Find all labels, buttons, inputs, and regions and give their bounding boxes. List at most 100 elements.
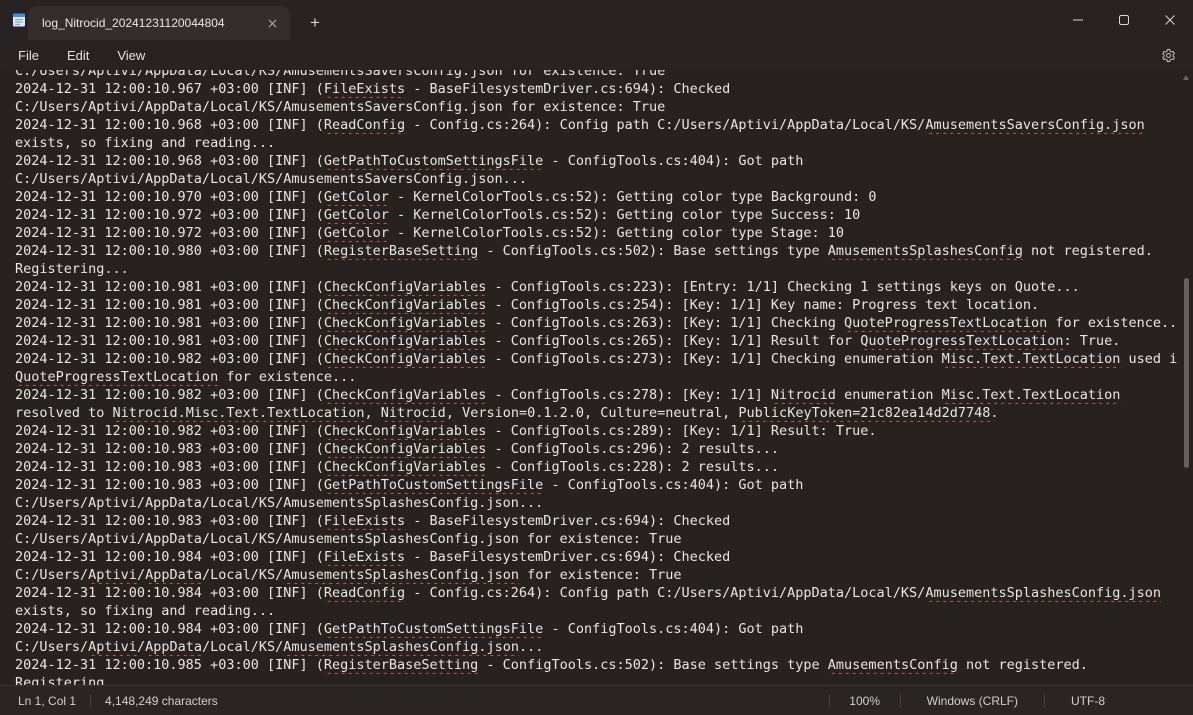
log-line: 2024-12-31 12:00:10.982 +03:00 [INF] (Ch… bbox=[15, 386, 1177, 404]
close-icon bbox=[268, 19, 277, 28]
misspelled-word: CheckConfigVariables bbox=[324, 459, 487, 475]
log-line: C:/Users/Aptivi/AppData/Local/KS/Amuseme… bbox=[15, 494, 1177, 512]
log-line: exists, so fixing and reading... bbox=[15, 602, 1177, 620]
close-icon bbox=[1165, 15, 1175, 25]
log-line: 2024-12-31 12:00:10.967 +03:00 [INF] (Fi… bbox=[15, 80, 1177, 98]
misspelled-word: GetColor bbox=[324, 207, 389, 223]
tab-log-file[interactable]: log_Nitrocid_20241231120044804 bbox=[28, 6, 290, 40]
plus-icon: + bbox=[310, 14, 320, 31]
notepad-window: log_Nitrocid_20241231120044804 + bbox=[0, 0, 1193, 715]
log-line: 2024-12-31 12:00:10.970 +03:00 [INF] (Ge… bbox=[15, 188, 1177, 206]
misspelled-word: QuoteProgressTextLocation bbox=[15, 369, 218, 385]
misspelled-word: RegisterBaseSetting bbox=[324, 657, 478, 673]
log-line: 2024-12-31 12:00:10.972 +03:00 [INF] (Ge… bbox=[15, 206, 1177, 224]
log-line: C:/Users/Aptivi/AppData/Local/KS/Amuseme… bbox=[15, 638, 1177, 656]
misspelled-word: FileExists bbox=[324, 549, 405, 565]
misspelled-word: ReadConfig bbox=[324, 585, 405, 601]
misspelled-word: GetPathToCustomSettingsFile bbox=[324, 477, 543, 493]
notepad-icon bbox=[11, 12, 27, 28]
log-line: C:/Users/Aptivi/AppData/Local/KS/Amuseme… bbox=[15, 70, 1177, 80]
misspelled-word: Nitrocid bbox=[771, 387, 836, 403]
log-line: 2024-12-31 12:00:10.972 +03:00 [INF] (Ge… bbox=[15, 224, 1177, 242]
line-ending: Windows (CRLF) bbox=[901, 694, 1044, 708]
log-line: 2024-12-31 12:00:10.982 +03:00 [INF] (Ch… bbox=[15, 422, 1177, 440]
misspelled-word: CheckConfigVariables bbox=[324, 387, 487, 403]
log-line: 2024-12-31 12:00:10.983 +03:00 [INF] (Ch… bbox=[15, 458, 1177, 476]
log-line: 2024-12-31 12:00:10.981 +03:00 [INF] (Ch… bbox=[15, 278, 1177, 296]
editor[interactable]: C:/Users/Aptivi/AppData/Local/KS/Amuseme… bbox=[0, 70, 1193, 685]
misspelled-word: GetColor bbox=[324, 225, 389, 241]
log-line: 2024-12-31 12:00:10.968 +03:00 [INF] (Ge… bbox=[15, 152, 1177, 170]
misspelled-word: CheckConfigVariables bbox=[324, 315, 487, 331]
menu-item-file[interactable]: File bbox=[5, 43, 52, 68]
tab-close-button[interactable] bbox=[262, 13, 282, 33]
misspelled-word: CheckConfigVariables bbox=[324, 423, 487, 439]
misspelled-word: Aptivi bbox=[88, 639, 137, 655]
misspelled-word: FileExists bbox=[324, 81, 405, 97]
log-line: C:/Users/Aptivi/AppData/Local/KS/Amuseme… bbox=[15, 170, 1177, 188]
menu-items: FileEditView bbox=[5, 43, 160, 68]
log-line: 2024-12-31 12:00:10.985 +03:00 [INF] (Re… bbox=[15, 656, 1177, 674]
misspelled-word: RegisterBaseSetting bbox=[324, 243, 478, 259]
close-window-button[interactable] bbox=[1147, 0, 1193, 40]
log-line: resolved to Nitrocid.Misc.Text.TextLocat… bbox=[15, 404, 1177, 422]
log-line: 2024-12-31 12:00:10.983 +03:00 [INF] (Ch… bbox=[15, 440, 1177, 458]
misspelled-word: CheckConfigVariables bbox=[324, 441, 487, 457]
misspelled-word: CheckConfigVariables bbox=[324, 351, 487, 367]
misspelled-word: AmusementsSplashesConfig bbox=[828, 243, 1023, 259]
status-bar: Ln 1, Col 1 4,148,249 characters 100% Wi… bbox=[0, 685, 1193, 715]
misspelled-word: CheckConfigVariables bbox=[324, 279, 487, 295]
misspelled-word: Misc.Text.TextLocation bbox=[942, 351, 1121, 367]
menu-item-edit[interactable]: Edit bbox=[54, 43, 102, 68]
log-line: 2024-12-31 12:00:10.984 +03:00 [INF] (Re… bbox=[15, 584, 1177, 602]
chevron-up-icon[interactable] bbox=[1183, 75, 1189, 80]
misspelled-word: ReadConfig bbox=[324, 117, 405, 133]
menu-item-view[interactable]: View bbox=[104, 43, 158, 68]
zoom-level: 100% bbox=[830, 694, 900, 708]
minimize-button[interactable] bbox=[1055, 0, 1101, 40]
misspelled-word: AmusementsSplashesConfig.json bbox=[283, 639, 519, 655]
misspelled-word: PublicKeyToken=21c82ea14d2d7748 bbox=[738, 405, 990, 421]
log-line: exists, so fixing and reading... bbox=[15, 134, 1177, 152]
misspelled-word: GetPathToCustomSettingsFile bbox=[324, 621, 543, 637]
log-line: 2024-12-31 12:00:10.984 +03:00 [INF] (Fi… bbox=[15, 548, 1177, 566]
misspelled-word: AppData bbox=[145, 567, 202, 583]
misspelled-word: CheckConfigVariables bbox=[324, 297, 487, 313]
log-line: 2024-12-31 12:00:10.982 +03:00 [INF] (Ch… bbox=[15, 350, 1177, 368]
editor-content: C:/Users/Aptivi/AppData/Local/KS/Amuseme… bbox=[0, 70, 1193, 685]
tab-title: log_Nitrocid_20241231120044804 bbox=[42, 16, 262, 30]
new-tab-button[interactable]: + bbox=[302, 9, 328, 35]
misspelled-word: AmusementsConfig bbox=[828, 657, 958, 673]
log-line: 2024-12-31 12:00:10.981 +03:00 [INF] (Ch… bbox=[15, 314, 1177, 332]
log-line: 2024-12-31 12:00:10.980 +03:00 [INF] (Re… bbox=[15, 242, 1177, 260]
gear-icon bbox=[1161, 48, 1176, 63]
log-line: 2024-12-31 12:00:10.983 +03:00 [INF] (Ge… bbox=[15, 476, 1177, 494]
titlebar[interactable]: log_Nitrocid_20241231120044804 + bbox=[0, 0, 1193, 40]
log-line: C:/Users/Aptivi/AppData/Local/KS/Amuseme… bbox=[15, 566, 1177, 584]
misspelled-word: AppData bbox=[145, 639, 202, 655]
misspelled-word: Aptivi bbox=[88, 567, 137, 583]
maximize-button[interactable] bbox=[1101, 0, 1147, 40]
vertical-scrollbar[interactable] bbox=[1179, 70, 1193, 685]
misspelled-word: CheckConfigVariables bbox=[324, 333, 487, 349]
misspelled-word: Nitrocid bbox=[381, 405, 446, 421]
menu-bar: FileEditView bbox=[0, 40, 1193, 70]
log-line: Registering... bbox=[15, 674, 1177, 685]
minimize-icon bbox=[1073, 15, 1083, 25]
misspelled-word: GetPathToCustomSettingsFile bbox=[324, 153, 543, 169]
misspelled-word: AmusementsSplashesConfig.json bbox=[925, 585, 1161, 601]
log-line: 2024-12-31 12:00:10.984 +03:00 [INF] (Ge… bbox=[15, 620, 1177, 638]
misspelled-word: AmusementsSaversConfig.json bbox=[925, 117, 1144, 133]
log-line: 2024-12-31 12:00:10.981 +03:00 [INF] (Ch… bbox=[15, 296, 1177, 314]
misspelled-word: GetColor bbox=[324, 189, 389, 205]
character-count: 4,148,249 characters bbox=[91, 694, 232, 708]
misspelled-word: QuoteProgressTextLocation bbox=[860, 333, 1063, 349]
misspelled-word: FileExists bbox=[324, 513, 405, 529]
window-controls bbox=[1055, 0, 1193, 40]
cursor-position: Ln 1, Col 1 bbox=[0, 694, 90, 708]
encoding: UTF-8 bbox=[1045, 694, 1131, 708]
scrollbar-thumb[interactable] bbox=[1184, 278, 1189, 468]
settings-button[interactable] bbox=[1154, 43, 1182, 68]
log-line: Registering... bbox=[15, 260, 1177, 278]
log-line: 2024-12-31 12:00:10.968 +03:00 [INF] (Re… bbox=[15, 116, 1177, 134]
